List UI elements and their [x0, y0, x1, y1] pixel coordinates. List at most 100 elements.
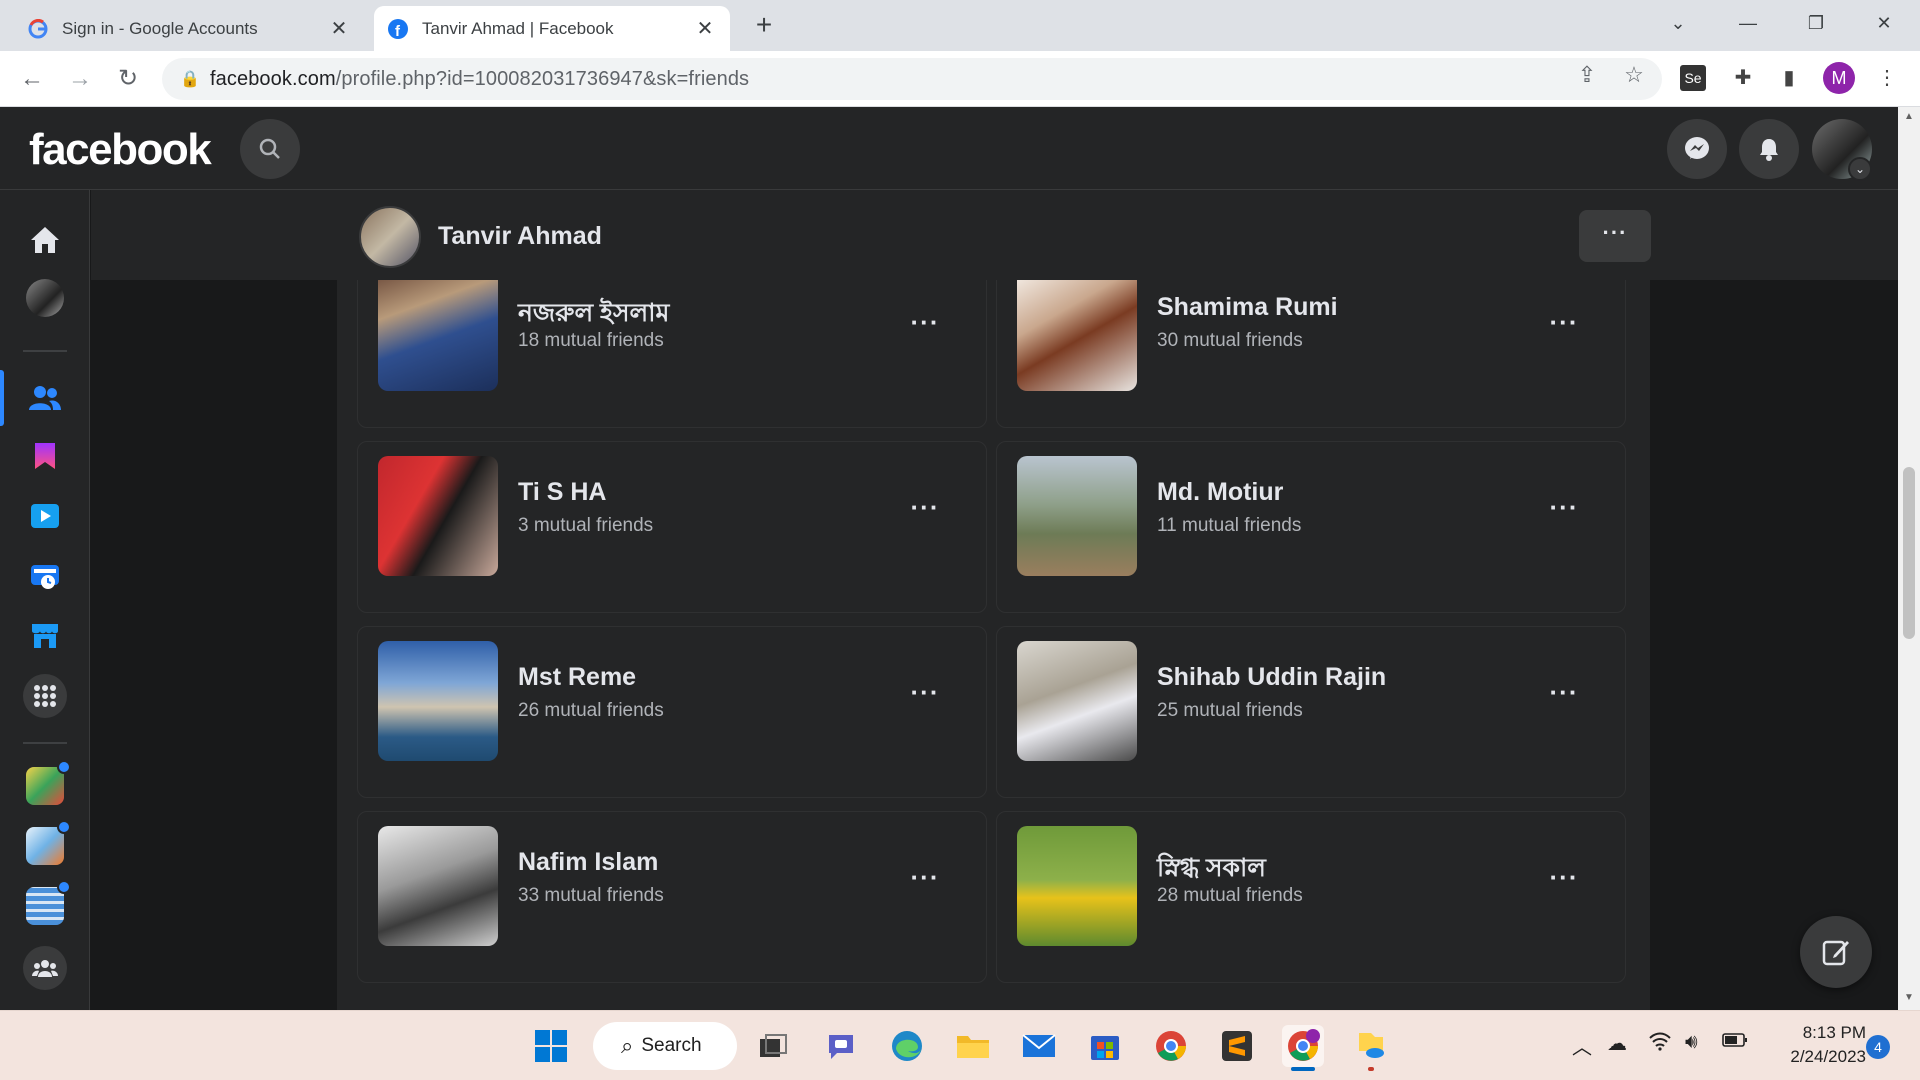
friend-photo[interactable]	[1017, 280, 1137, 391]
taskbar-search[interactable]: ⌕ Search	[593, 1022, 737, 1070]
side-panel-icon[interactable]: ▮	[1774, 63, 1804, 93]
friend-name[interactable]: Md. Motiur	[1157, 478, 1283, 507]
show-hidden-icons-chevron-icon[interactable]: ︿	[1572, 1031, 1592, 1060]
friend-card[interactable]: Mst Reme 26 mutual friends ···	[357, 626, 987, 798]
microsoft-store-icon[interactable]	[1084, 1025, 1126, 1067]
chrome-profile-icon[interactable]	[1282, 1025, 1324, 1067]
facebook-logo[interactable]: facebook	[29, 125, 212, 175]
close-tab-icon[interactable]: ✕	[694, 16, 716, 41]
mutual-friends-count[interactable]: 26 mutual friends	[518, 700, 664, 722]
new-message-icon[interactable]	[1800, 916, 1872, 988]
tab-google-sign-in[interactable]: Sign in - Google Accounts ✕	[14, 6, 364, 51]
chevron-down-icon[interactable]: ⌄	[1848, 157, 1872, 181]
tab-search-icon[interactable]: ⌄	[1650, 6, 1706, 40]
mutual-friends-count[interactable]: 18 mutual friends	[518, 330, 664, 352]
chrome-profile-avatar[interactable]: M	[1823, 62, 1855, 94]
more-options-icon[interactable]: ···	[1542, 862, 1586, 902]
groups-icon[interactable]	[21, 944, 69, 992]
file-explorer-icon[interactable]	[952, 1025, 994, 1067]
onedrive-cloud-icon[interactable]: ☁	[1607, 1031, 1627, 1056]
sublime-text-icon[interactable]	[1216, 1025, 1258, 1067]
friend-photo[interactable]	[378, 826, 498, 946]
more-options-icon[interactable]: ···	[1542, 492, 1586, 532]
friend-photo[interactable]	[1017, 641, 1137, 761]
system-clock[interactable]: 8:13 PM 2/24/2023	[1756, 1021, 1866, 1069]
profile-picture[interactable]	[359, 206, 421, 268]
more-options-icon[interactable]: ···	[903, 492, 947, 532]
friend-card[interactable]: Md. Motiur 11 mutual friends ···	[996, 441, 1626, 613]
grid-menu-icon[interactable]	[21, 672, 69, 720]
messenger-icon[interactable]	[1667, 119, 1727, 179]
mutual-friends-count[interactable]: 33 mutual friends	[518, 885, 664, 907]
profile-more-button[interactable]: ···	[1579, 210, 1651, 262]
task-view-icon[interactable]	[752, 1025, 794, 1067]
mutual-friends-count[interactable]: 30 mutual friends	[1157, 330, 1303, 352]
marketplace-icon[interactable]	[21, 612, 69, 660]
forward-button[interactable]: →	[64, 63, 96, 95]
friend-name[interactable]: Mst Reme	[518, 663, 636, 692]
battery-icon[interactable]	[1722, 1031, 1748, 1054]
volume-icon[interactable]: 🔊︎	[1685, 1031, 1698, 1054]
edge-icon[interactable]	[886, 1025, 928, 1067]
restore-button[interactable]: ❐	[1788, 6, 1844, 40]
mutual-friends-count[interactable]: 11 mutual friends	[1157, 515, 1301, 537]
friend-photo[interactable]	[378, 641, 498, 761]
mail-icon[interactable]	[1018, 1025, 1060, 1067]
close-window-button[interactable]: ✕	[1856, 6, 1912, 40]
friend-photo[interactable]	[378, 280, 498, 391]
friend-card[interactable]: Shamima Rumi 30 mutual friends ···	[996, 280, 1626, 428]
page-scrollbar[interactable]: ▲ ▼	[1898, 107, 1920, 1010]
friend-photo[interactable]	[1017, 826, 1137, 946]
new-tab-button[interactable]: +	[748, 10, 780, 42]
search-icon[interactable]	[240, 119, 300, 179]
friend-name[interactable]: Shamima Rumi	[1157, 293, 1338, 322]
more-options-icon[interactable]: ···	[1542, 677, 1586, 717]
lock-icon[interactable]: 🔒	[170, 69, 210, 89]
saved-icon[interactable]	[21, 432, 69, 480]
friend-card[interactable]: Nafim Islam 33 mutual friends ···	[357, 811, 987, 983]
address-bar[interactable]: 🔒 facebook.com/profile.php?id=1000820317…	[162, 58, 1662, 100]
mutual-friends-count[interactable]: 3 mutual friends	[518, 515, 653, 537]
chrome-menu-icon[interactable]: ⋮	[1872, 63, 1902, 93]
mutual-friends-count[interactable]: 28 mutual friends	[1157, 885, 1303, 907]
onedrive-folder-icon[interactable]	[1350, 1025, 1392, 1067]
friend-photo[interactable]	[1017, 456, 1137, 576]
minimize-button[interactable]: —	[1720, 6, 1776, 40]
notification-count-badge[interactable]: 4	[1866, 1035, 1890, 1059]
friends-icon[interactable]	[21, 374, 69, 422]
tab-facebook-profile[interactable]: f Tanvir Ahmad | Facebook ✕	[374, 6, 730, 51]
mutual-friends-count[interactable]: 25 mutual friends	[1157, 700, 1303, 722]
friend-photo[interactable]	[378, 456, 498, 576]
more-options-icon[interactable]: ···	[1542, 307, 1586, 347]
wifi-icon[interactable]	[1648, 1031, 1672, 1057]
more-options-icon[interactable]: ···	[903, 307, 947, 347]
notifications-bell-icon[interactable]	[1739, 119, 1799, 179]
watch-icon[interactable]	[21, 492, 69, 540]
scroll-up-arrow-icon[interactable]: ▲	[1903, 111, 1915, 122]
friend-name[interactable]: Ti S HA	[518, 478, 606, 507]
close-tab-icon[interactable]: ✕	[328, 16, 350, 41]
scrollbar-thumb[interactable]	[1903, 467, 1915, 639]
friend-name[interactable]: Shihab Uddin Rajin	[1157, 663, 1386, 692]
share-icon[interactable]: ⇪	[1571, 59, 1603, 91]
more-options-icon[interactable]: ···	[903, 862, 947, 902]
friend-card[interactable]: Shihab Uddin Rajin 25 mutual friends ···	[996, 626, 1626, 798]
back-button[interactable]: ←	[16, 63, 48, 95]
friend-card[interactable]: Ti S HA 3 mutual friends ···	[357, 441, 987, 613]
windows-start-icon[interactable]	[530, 1025, 572, 1067]
profile-avatar[interactable]	[21, 274, 69, 322]
chrome-icon[interactable]	[1150, 1025, 1192, 1067]
teams-chat-icon[interactable]	[820, 1025, 862, 1067]
scroll-down-arrow-icon[interactable]: ▼	[1903, 992, 1915, 1003]
friend-card[interactable]: নজরুল ইসলাম 18 mutual friends ···	[357, 280, 987, 428]
selenium-extension-icon[interactable]: Se	[1680, 65, 1706, 91]
profile-name[interactable]: Tanvir Ahmad	[438, 222, 602, 251]
friend-card[interactable]: স্নিগ্ধ সকাল 28 mutual friends ···	[996, 811, 1626, 983]
bookmark-star-icon[interactable]: ☆	[1618, 59, 1650, 91]
more-options-icon[interactable]: ···	[903, 677, 947, 717]
home-icon[interactable]	[21, 216, 69, 264]
extensions-puzzle-icon[interactable]: ✚	[1728, 63, 1758, 93]
friend-name[interactable]: Nafim Islam	[518, 848, 658, 877]
memories-icon[interactable]	[21, 552, 69, 600]
reload-button[interactable]: ↻	[112, 63, 144, 95]
